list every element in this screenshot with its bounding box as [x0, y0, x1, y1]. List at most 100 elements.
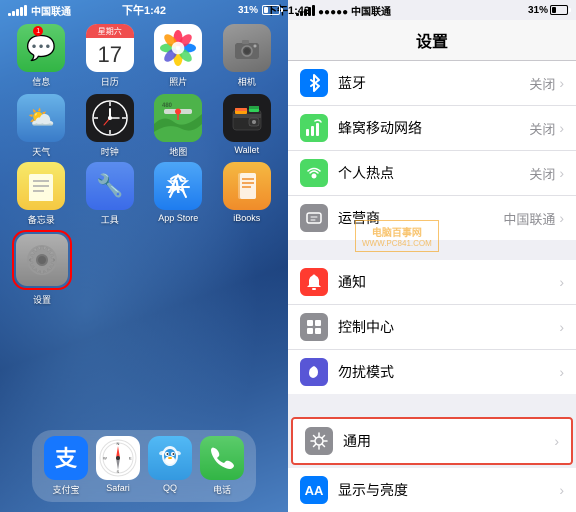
safari-label: Safari [106, 483, 130, 493]
display-chevron: › [559, 482, 564, 498]
app-wallet[interactable]: Wallet [218, 94, 277, 158]
memo-label: 备忘录 [28, 213, 55, 226]
app-weather[interactable]: ⛅ 天气 [12, 94, 71, 158]
phone-label: 电话 [213, 483, 231, 496]
app-grid-row2: ⛅ 天气 [0, 92, 288, 160]
dock-alipay[interactable]: 支 支付宝 [44, 436, 88, 496]
cellular-icon [300, 114, 328, 142]
hotspot-label: 个人热点 [338, 163, 529, 183]
dock: 支 支付宝 [0, 430, 288, 502]
photos-label: 照片 [169, 75, 187, 88]
display-label: 显示与亮度 [338, 480, 559, 500]
app-memo[interactable]: 备忘录 [12, 162, 71, 226]
cellular-label: 蜂窝移动网络 [338, 118, 529, 138]
settings-row-hotspot[interactable]: 个人热点 关闭 › [288, 151, 576, 196]
settings-header: 设置 [288, 20, 576, 61]
settings-row-bluetooth[interactable]: 蓝牙 关闭 › [288, 61, 576, 106]
svg-text:W: W [103, 456, 107, 461]
settings-label: 设置 [33, 293, 51, 306]
settings-row-control[interactable]: 控制中心 › [288, 305, 576, 350]
app-ibooks[interactable]: iBooks [218, 162, 277, 226]
notifications-chevron: › [559, 274, 564, 290]
cellular-value: 关闭 [529, 119, 555, 138]
calendar-icon: 星期六 17 [86, 24, 134, 72]
maps-label: 地图 [169, 145, 187, 158]
photos-icon [154, 24, 202, 72]
battery-icon-left [262, 5, 280, 15]
svg-text:N: N [117, 441, 120, 446]
app-clock[interactable]: 时钟 [81, 94, 140, 158]
settings-row-display[interactable]: AA 显示与亮度 › [288, 468, 576, 512]
dock-qq[interactable]: QQ [148, 436, 192, 496]
control-icon [300, 313, 328, 341]
dnd-icon [300, 358, 328, 386]
bluetooth-chevron: › [559, 75, 564, 91]
app-calendar[interactable]: 星期六 17 日历 [81, 24, 140, 88]
app-tools[interactable]: 🔧 工具 [81, 162, 140, 226]
app-grid-row4: 设置 [0, 228, 288, 308]
general-chevron: › [554, 433, 559, 449]
battery-left: 31% [238, 5, 280, 16]
cellular-chevron: › [559, 120, 564, 136]
display-icon: AA [300, 476, 328, 504]
carrier-settings-icon [300, 204, 328, 232]
settings-row-notifications[interactable]: 通知 › [288, 260, 576, 305]
app-grid-row3: 备忘录 🔧 工具 A App Store [0, 160, 288, 228]
carrier-name-left: 中国联通 [31, 3, 71, 18]
wallet-icon [223, 94, 271, 142]
divider1 [288, 240, 576, 260]
carrier-settings-chevron: › [559, 210, 564, 226]
settings-row-dnd[interactable]: 勿扰模式 › [288, 350, 576, 394]
status-bar-left: 中国联通 下午1:42 31% [0, 0, 288, 20]
clock-label: 时钟 [101, 145, 119, 158]
dock-safari[interactable]: N S W E Safari [96, 436, 140, 496]
ibooks-icon [223, 162, 271, 210]
app-maps[interactable]: 480 地图 [149, 94, 208, 158]
app-appstore[interactable]: A App Store [149, 162, 208, 226]
dock-phone[interactable]: 电话 [200, 436, 244, 496]
app-messages[interactable]: 💬 1 信息 [12, 24, 71, 88]
bluetooth-icon [300, 69, 328, 97]
notifications-label: 通知 [338, 272, 559, 292]
svg-text:480: 480 [162, 103, 173, 109]
app-photos[interactable]: 照片 [149, 24, 208, 88]
maps-icon: 480 [154, 94, 202, 142]
safari-icon: N S W E [96, 436, 140, 480]
dock-bg: 支 支付宝 [32, 430, 256, 502]
camera-label: 相机 [238, 75, 256, 88]
settings-row-cellular[interactable]: 蜂窝移动网络 关闭 › [288, 106, 576, 151]
calendar-day: 17 [98, 38, 122, 72]
dnd-chevron: › [559, 364, 564, 380]
clock-icon [86, 94, 134, 142]
messages-label: 信息 [32, 75, 50, 88]
left-screen: 中国联通 下午1:42 31% 💬 1 信息 星期六 17 日历 [0, 0, 288, 512]
settings-section-mid: 通知 › 控制中心 › [288, 260, 576, 394]
qq-icon [148, 436, 192, 480]
alipay-label: 支付宝 [52, 483, 79, 496]
app-settings-highlighted[interactable]: 设置 [12, 230, 72, 306]
settings-list: 蓝牙 关闭 › 蜂窝移动网络 关闭 › [288, 61, 576, 512]
app-camera[interactable]: 相机 [218, 24, 277, 88]
control-chevron: › [559, 319, 564, 335]
wallet-label: Wallet [234, 145, 259, 155]
battery-icon-right [550, 5, 568, 15]
hotspot-icon [300, 159, 328, 187]
phone-icon [200, 436, 244, 480]
settings-section-bottom: 通用 › AA 显示与亮度 › [288, 417, 576, 512]
battery-percent-left: 31% [238, 5, 258, 16]
carrier-settings-value: 中国联通 [503, 209, 555, 228]
battery-right: 31% [528, 5, 568, 16]
carrier-right: ●●●●● 中国联通 [296, 3, 391, 18]
hotspot-value: 关闭 [529, 164, 555, 183]
settings-row-general[interactable]: 通用 › [291, 417, 573, 465]
status-bar-right: ●●●●● 中国联通 下午1:42 31% [288, 0, 576, 20]
calendar-label: 日历 [101, 75, 119, 88]
settings-row-carrier[interactable]: 运营商 中国联通 › [288, 196, 576, 240]
appstore-label: App Store [158, 213, 198, 223]
settings-highlight-border [12, 230, 72, 290]
alipay-icon: 支 [44, 436, 88, 480]
notifications-icon [300, 268, 328, 296]
bluetooth-value: 关闭 [529, 74, 555, 93]
svg-text:E: E [129, 456, 132, 461]
tools-label: 工具 [101, 213, 119, 226]
